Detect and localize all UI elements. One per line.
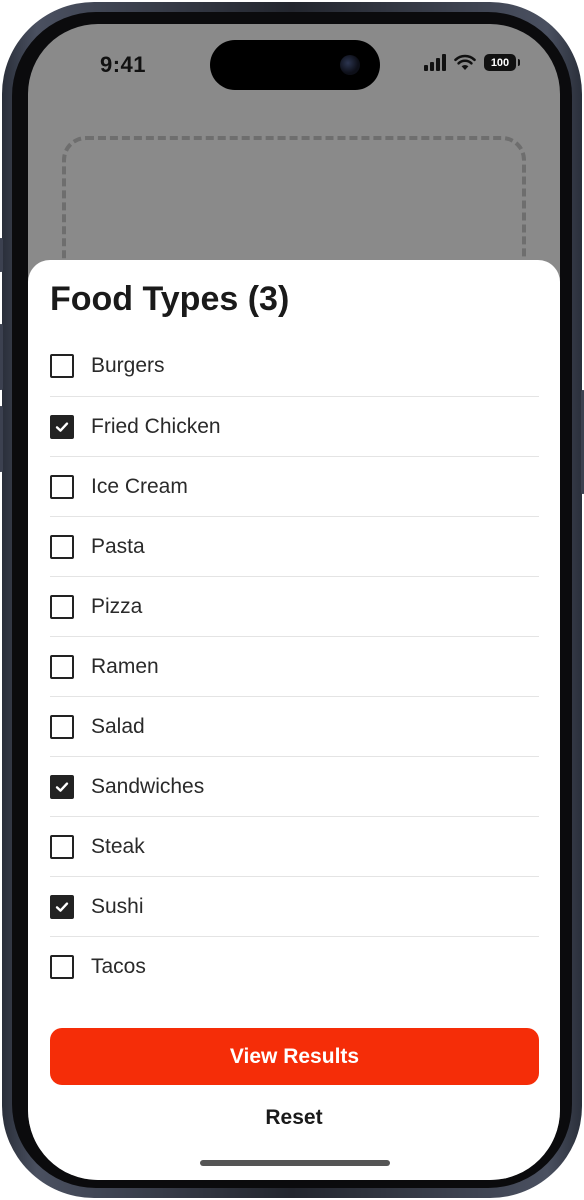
checkbox-checked-icon[interactable]: [50, 774, 74, 799]
view-results-button[interactable]: View Results: [50, 1028, 539, 1085]
camera-icon: [340, 55, 360, 75]
battery-level: 100: [490, 56, 510, 69]
status-icons: 100: [424, 54, 520, 71]
food-type-option[interactable]: Steak: [50, 816, 539, 876]
food-type-label: Pizza: [91, 594, 143, 618]
food-type-option[interactable]: Ice Cream: [50, 456, 539, 516]
reset-button[interactable]: Reset: [194, 1098, 394, 1138]
food-type-option[interactable]: Pizza: [50, 576, 539, 636]
checkmark-icon: [55, 421, 69, 432]
home-indicator: [200, 1160, 390, 1166]
food-type-label: Sandwiches: [91, 774, 205, 798]
checkbox-unchecked-icon[interactable]: [50, 354, 74, 378]
checkbox-unchecked-icon[interactable]: [50, 534, 74, 559]
food-type-option[interactable]: Ramen: [50, 636, 539, 696]
food-type-option[interactable]: Salad: [50, 696, 539, 756]
food-type-option[interactable]: Fried Chicken: [50, 396, 539, 456]
food-type-label: Ice Cream: [91, 474, 188, 498]
phone-frame: 9:41 100 Food Types (3) Burgers Fried Ch…: [0, 2, 584, 1198]
checkbox-unchecked-icon[interactable]: [50, 714, 74, 739]
status-bar: 9:41 100: [28, 24, 560, 104]
wifi-icon: [454, 54, 476, 70]
checkbox-unchecked-icon[interactable]: [50, 954, 74, 979]
status-time: 9:41: [100, 52, 147, 77]
food-type-option[interactable]: Pasta: [50, 516, 539, 576]
food-type-list: Burgers Fried Chicken Ice Cream Pasta Pizza R…: [50, 336, 539, 996]
checkbox-unchecked-icon[interactable]: [50, 594, 74, 619]
checkbox-unchecked-icon[interactable]: [50, 834, 74, 859]
checkbox-checked-icon[interactable]: [50, 894, 74, 919]
food-type-label: Salad: [91, 714, 145, 738]
volume-up-button: [0, 324, 3, 390]
food-type-option[interactable]: Tacos: [50, 936, 539, 996]
action-button: [0, 238, 3, 272]
volume-down-button: [0, 406, 3, 472]
food-type-option[interactable]: Burgers: [50, 336, 539, 396]
checkmark-icon: [55, 781, 69, 792]
checkbox-unchecked-icon[interactable]: [50, 654, 74, 679]
battery-icon: 100: [484, 54, 520, 71]
checkbox-unchecked-icon[interactable]: [50, 474, 74, 499]
sheet-title: Food Types (3): [50, 280, 290, 318]
filter-sheet: Food Types (3) Burgers Fried Chicken Ice C…: [28, 260, 560, 1180]
signal-icon: [424, 54, 446, 71]
food-type-label: Fried Chicken: [91, 414, 221, 438]
screen: 9:41 100 Food Types (3) Burgers Fried Ch…: [28, 24, 560, 1180]
dynamic-island: [210, 40, 380, 90]
food-type-option[interactable]: Sandwiches: [50, 756, 539, 816]
food-type-label: Pasta: [91, 534, 145, 558]
checkmark-icon: [55, 901, 69, 912]
checkbox-checked-icon[interactable]: [50, 414, 74, 439]
food-type-label: Tacos: [91, 954, 146, 978]
food-type-option[interactable]: Sushi: [50, 876, 539, 936]
food-type-label: Burgers: [91, 354, 165, 377]
food-type-label: Ramen: [91, 654, 159, 678]
food-type-label: Steak: [91, 834, 145, 858]
food-type-label: Sushi: [91, 894, 144, 918]
